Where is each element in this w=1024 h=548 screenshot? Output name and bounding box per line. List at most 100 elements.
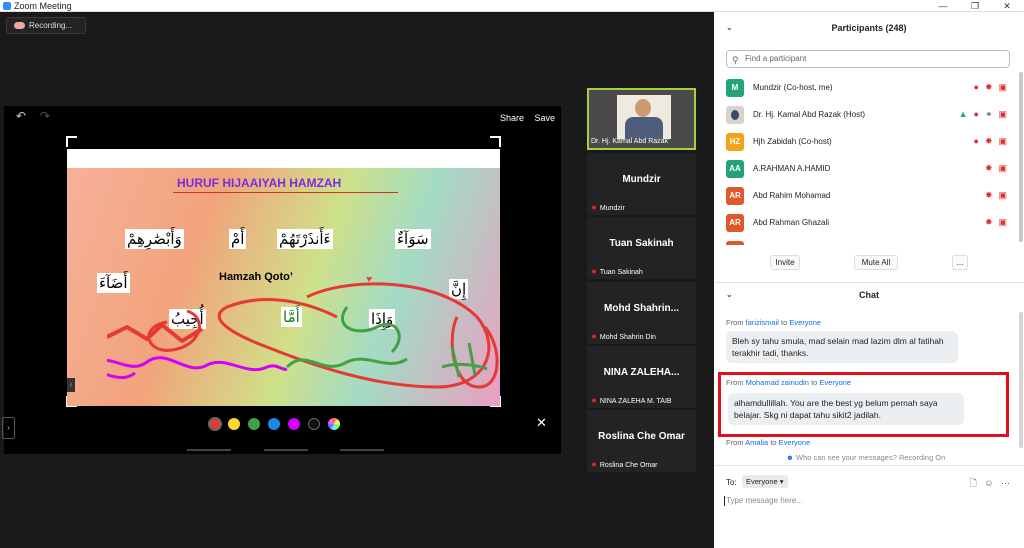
undo-icon[interactable]: ↶ xyxy=(16,109,26,123)
invite-button[interactable]: Invite xyxy=(770,255,800,270)
chat-scrollbar[interactable] xyxy=(1019,312,1023,448)
video-tile[interactable]: Mundzir ✸ Mundzir xyxy=(587,153,696,215)
search-participant-input[interactable]: ⚲ Find a participant xyxy=(726,50,1010,68)
arabic-word: أَمْ xyxy=(229,229,247,249)
host-body xyxy=(625,117,663,139)
color-blue-icon[interactable] xyxy=(268,418,280,430)
chat-message: alhamdullillah. You are the best yg belu… xyxy=(728,393,964,425)
video-tile[interactable]: Mohd Shahrin... ✸ Mohd Shahrin Din xyxy=(587,282,696,344)
chevron-down-icon[interactable]: ⌄ xyxy=(726,283,733,307)
tile-name: Tuan Sakinah xyxy=(599,269,643,276)
mic-muted-icon: ✸ xyxy=(984,82,993,92)
recording-button[interactable]: Recording... xyxy=(6,17,86,34)
emoji-icon[interactable]: ☺ xyxy=(984,478,993,488)
participant-name: Hjh Zabidah (Co-host) xyxy=(753,137,832,146)
recipient-select[interactable]: Everyone ▾ xyxy=(742,475,788,488)
participant-row[interactable]: AR Abd Rahim Mohamad ✸ ▣ xyxy=(714,183,1019,210)
video-tile[interactable]: NINA ZALEHA... ✸ NINA ZALEHA M. TAIB xyxy=(587,346,696,408)
page-left-arrow[interactable]: ‹ xyxy=(67,378,75,392)
video-off-icon: ● xyxy=(973,136,979,146)
mic-muted-icon: ✸ xyxy=(984,190,993,200)
side-panel: ⌄ Participants (248) ⚲ Find a participan… xyxy=(714,12,1024,548)
redo-icon[interactable]: ↷ xyxy=(40,109,50,123)
color-red-icon[interactable] xyxy=(208,417,222,431)
meeting-area: Recording... ↶ ↷ Share Save HURUF HIJAAI… xyxy=(0,12,714,548)
camera-off-icon: ▣ xyxy=(998,217,1007,227)
chat-header: ⌄ Chat xyxy=(714,283,1024,307)
expand-panel-icon[interactable]: › xyxy=(2,417,15,439)
more-options-button[interactable]: ... xyxy=(952,255,968,270)
divider xyxy=(714,465,1024,466)
chat-input[interactable]: Type message here... xyxy=(724,496,803,506)
save-link[interactable]: Save xyxy=(534,113,555,123)
chat-input-placeholder: Type message here... xyxy=(726,496,803,506)
participant-row[interactable]: AR Abd Rahman Ghazali ✸ ▣ xyxy=(714,210,1019,237)
mic-muted-icon: ✸ xyxy=(591,398,597,405)
camera-off-icon: ▣ xyxy=(998,109,1007,119)
sender-name[interactable]: Mohamad zainudin xyxy=(746,378,809,387)
video-tile[interactable]: Roslina Che Omar ✸ Roslina Che Omar xyxy=(587,410,696,472)
crop-corner-tl[interactable] xyxy=(66,136,77,147)
video-tile[interactable]: Tuan Sakinah ✸ Tuan Sakinah xyxy=(587,217,696,279)
page-indicator xyxy=(264,449,308,451)
avatar: M xyxy=(726,79,744,97)
participant-row[interactable]: Dr. Hj. Kamal Abd Razak (Host) ▲ ● ⚭ ▣ xyxy=(714,102,1019,129)
shared-screen: ↶ ↷ Share Save HURUF HIJAAIYAH HAMZAH سَ… xyxy=(4,106,561,454)
participant-scrollbar[interactable] xyxy=(1019,72,1023,242)
color-black-icon[interactable] xyxy=(308,418,320,430)
avatar: HZ xyxy=(726,133,744,151)
color-magenta-icon[interactable] xyxy=(288,418,300,430)
mute-all-button[interactable]: Mute All xyxy=(854,255,898,270)
chat-message-meta: From Amalia to Everyone xyxy=(726,438,810,447)
crop-corner-tr[interactable] xyxy=(490,136,501,147)
chat-message: Bleh sy tahu smula, mad selain mad lazim… xyxy=(726,331,958,363)
sender-name[interactable]: Amalia xyxy=(745,438,768,447)
host-video xyxy=(617,95,671,139)
recipient: Everyone xyxy=(778,438,811,447)
arabic-word: ءَأَنذَرْتَهُمْ xyxy=(277,229,333,249)
host-head xyxy=(635,99,651,117)
title-bar: Zoom Meeting — ❐ ✕ xyxy=(0,0,1024,12)
from-label: From xyxy=(726,438,744,447)
tile-title: Mohd Shahrin... xyxy=(604,303,679,314)
file-icon[interactable]: 🗋 xyxy=(970,478,977,488)
mic-muted-icon: ✸ xyxy=(984,217,993,227)
maximize-icon[interactable]: ❐ xyxy=(964,0,986,12)
participant-row[interactable] xyxy=(714,237,1019,245)
tile-name: Mundzir xyxy=(599,205,625,212)
video-tile-host[interactable]: Dr. Hj. Kamal Abd Razak xyxy=(587,88,696,150)
close-annotation-icon[interactable]: ✕ xyxy=(536,415,547,431)
participant-row[interactable]: M Mundzir (Co-host, me) ● ✸ ▣ xyxy=(714,75,1019,102)
tile-title: NINA ZALEHA... xyxy=(603,367,680,378)
search-icon: ⚲ xyxy=(732,55,739,65)
tile-name: Roslina Che Omar xyxy=(599,462,658,469)
presentation-slide: HURUF HIJAAIYAH HAMZAH سَوَآءٌ ءَأَنذَرْ… xyxy=(67,149,500,406)
visibility-text: Who can see your messages? Recording On xyxy=(796,453,946,462)
color-picker-icon[interactable] xyxy=(328,418,340,430)
color-green-icon[interactable] xyxy=(248,418,260,430)
search-placeholder: Find a participant xyxy=(745,54,807,63)
to-label: To: xyxy=(726,478,737,487)
participant-row[interactable]: AA A.RAHMAN A.HAMID ✸ ▣ xyxy=(714,156,1019,183)
tile-name: Mohd Shahrin Din xyxy=(599,334,656,341)
color-yellow-icon[interactable] xyxy=(228,418,240,430)
people-icon: ☻ xyxy=(786,453,794,462)
camera-off-icon: ▣ xyxy=(998,163,1007,173)
chevron-down-icon[interactable]: ⌄ xyxy=(726,16,733,40)
to-word: to xyxy=(781,318,788,327)
sender-name[interactable]: farizismail xyxy=(746,318,779,327)
minimize-icon[interactable]: — xyxy=(932,0,954,12)
camera-off-icon: ▣ xyxy=(998,136,1007,146)
more-icon[interactable]: ⋯ xyxy=(1001,478,1010,488)
visibility-note[interactable]: ☻ Who can see your messages? Recording O… xyxy=(786,453,945,462)
share-screen-icon: ▲ xyxy=(958,109,968,119)
close-window-icon[interactable]: ✕ xyxy=(996,0,1018,12)
participant-row[interactable]: HZ Hjh Zabidah (Co-host) ● ✸ ▣ xyxy=(714,129,1019,156)
text-cursor xyxy=(724,496,725,506)
avatar xyxy=(726,241,744,245)
avatar xyxy=(726,106,744,124)
share-link[interactable]: Share xyxy=(500,113,524,123)
tile-title: Tuan Sakinah xyxy=(609,238,674,249)
avatar: AR xyxy=(726,187,744,205)
recipient-value: Everyone xyxy=(746,477,778,486)
